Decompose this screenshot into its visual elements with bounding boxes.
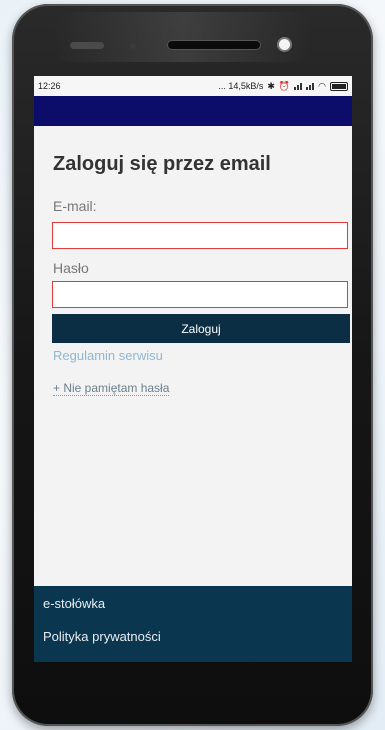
footer-link-privacy-policy[interactable]: Polityka prywatności [43, 629, 161, 644]
battery-icon [330, 81, 348, 91]
alarm-icon: ⏰ [278, 80, 291, 91]
login-button[interactable]: Zaloguj [52, 314, 350, 343]
forgot-password-link[interactable]: + Nie pamiętam hasła [53, 381, 170, 396]
email-field[interactable] [52, 222, 348, 249]
phone-glare [52, 12, 312, 62]
status-icons: ... 14,5kB/s ✱ ⏰ ◠ [218, 81, 348, 92]
password-label: Hasło [53, 260, 89, 276]
footer: e-stołówka Polityka prywatności [34, 586, 352, 662]
phone-speaker [168, 41, 260, 49]
footer-link-e-canteen[interactable]: e-stołówka [43, 596, 105, 611]
wifi-icon: ◠ [318, 80, 326, 91]
status-time: 12:26 [38, 81, 61, 91]
phone-screen: 12:26 ... 14,5kB/s ✱ ⏰ ◠ Zaloguj się prz… [34, 76, 352, 662]
page-title: Zaloguj się przez email [53, 153, 271, 175]
front-camera [279, 39, 290, 50]
email-label: E-mail: [53, 198, 97, 214]
phone-sensor-dot [130, 43, 136, 49]
login-panel: Zaloguj się przez email E-mail: Hasło Za… [34, 126, 352, 586]
phone-sensor-strip [70, 42, 104, 49]
status-bar: 12:26 ... 14,5kB/s ✱ ⏰ ◠ [34, 76, 352, 96]
bluetooth-icon: ✱ [267, 80, 275, 91]
app-header-bar [34, 96, 352, 126]
signal-icon [306, 82, 315, 90]
signal-icon [294, 82, 303, 90]
network-speed: ... 14,5kB/s [218, 81, 264, 91]
terms-link[interactable]: Regulamin serwisu [53, 348, 163, 363]
password-field[interactable] [52, 281, 348, 308]
